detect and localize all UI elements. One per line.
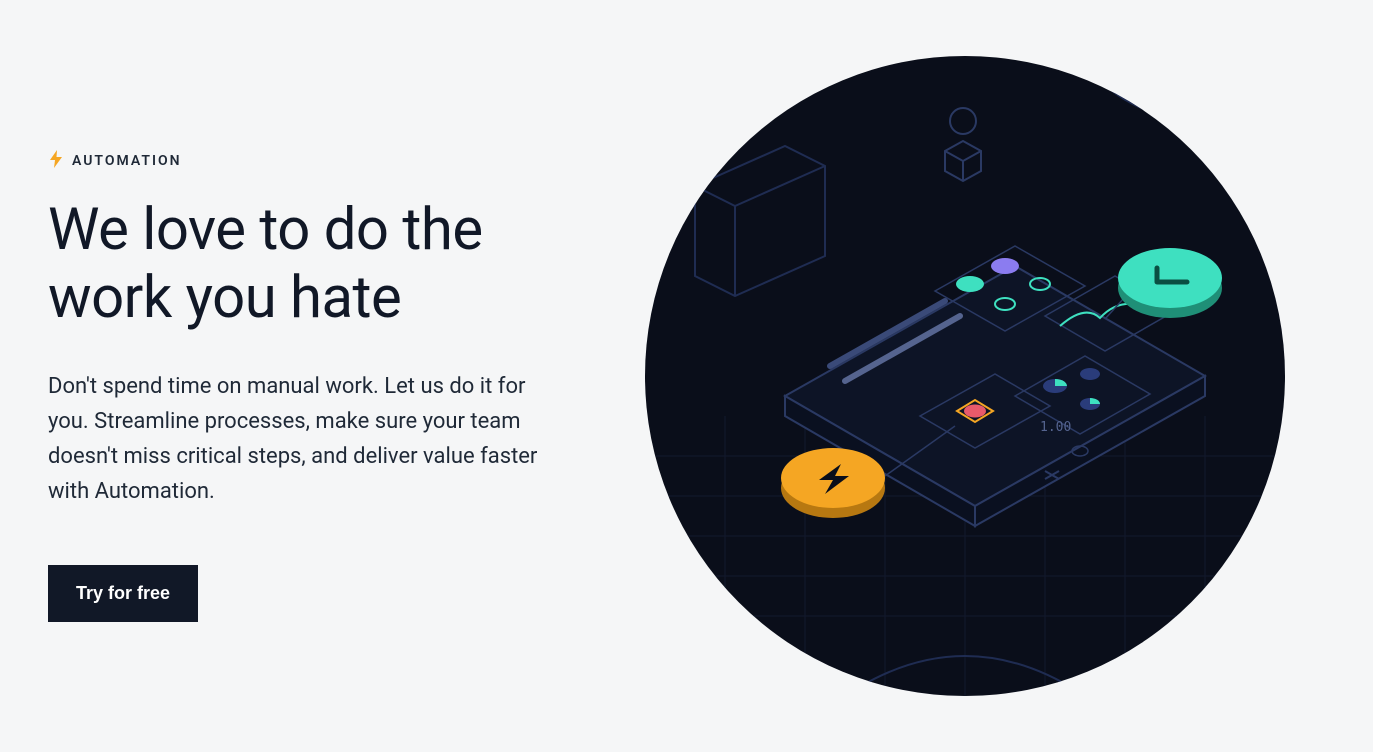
hero-text-block: AUTOMATION We love to do the work you ha… [48, 150, 568, 623]
cube-icon [945, 108, 981, 181]
eyebrow: AUTOMATION [48, 150, 568, 172]
hero-body-text: Don't spend time on manual work. Let us … [48, 369, 568, 510]
hero-section: AUTOMATION We love to do the work you ha… [0, 0, 1373, 752]
lightning-icon [48, 150, 64, 172]
eyebrow-label: AUTOMATION [72, 153, 182, 169]
page-heading: We love to do the work you hate [48, 196, 568, 333]
clock-icon [1105, 248, 1222, 319]
try-free-button[interactable]: Try for free [48, 565, 198, 622]
hero-illustration: 1.00 [645, 56, 1285, 696]
value-label: 1.00 [1040, 420, 1071, 435]
